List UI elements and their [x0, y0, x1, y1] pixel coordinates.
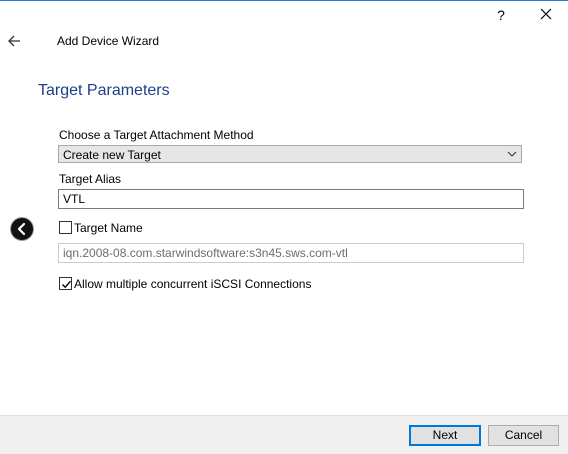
- chevron-left-icon: [17, 222, 26, 236]
- multi-connections-checkbox[interactable]: [59, 277, 72, 290]
- next-button[interactable]: Next: [409, 425, 481, 446]
- checkmark-icon: [62, 280, 72, 289]
- close-icon: [540, 8, 552, 20]
- help-button[interactable]: ?: [489, 4, 513, 26]
- section-title: Target Parameters: [38, 82, 170, 99]
- wizard-title: Add Device Wizard: [57, 34, 160, 48]
- close-button[interactable]: [534, 4, 558, 26]
- back-arrow-icon: [8, 35, 20, 47]
- target-alias-input[interactable]: [58, 189, 524, 209]
- attachment-method-value: Create new Target: [63, 148, 161, 162]
- cancel-button[interactable]: Cancel: [488, 425, 559, 446]
- multi-connections-label: Allow multiple concurrent iSCSI Connecti…: [74, 277, 312, 291]
- target-name-checkbox[interactable]: [59, 221, 72, 234]
- footer-bar: [0, 415, 568, 454]
- attachment-method-label: Choose a Target Attachment Method: [59, 128, 254, 142]
- attachment-method-select[interactable]: Create new Target: [58, 145, 522, 163]
- back-button[interactable]: [4, 31, 26, 51]
- target-name-input[interactable]: [58, 243, 524, 263]
- window-top-border: [0, 0, 568, 1]
- chevron-down-icon: [507, 151, 517, 157]
- target-alias-label: Target Alias: [59, 172, 122, 186]
- side-nav-button[interactable]: [11, 218, 33, 240]
- target-name-label: Target Name: [74, 221, 143, 235]
